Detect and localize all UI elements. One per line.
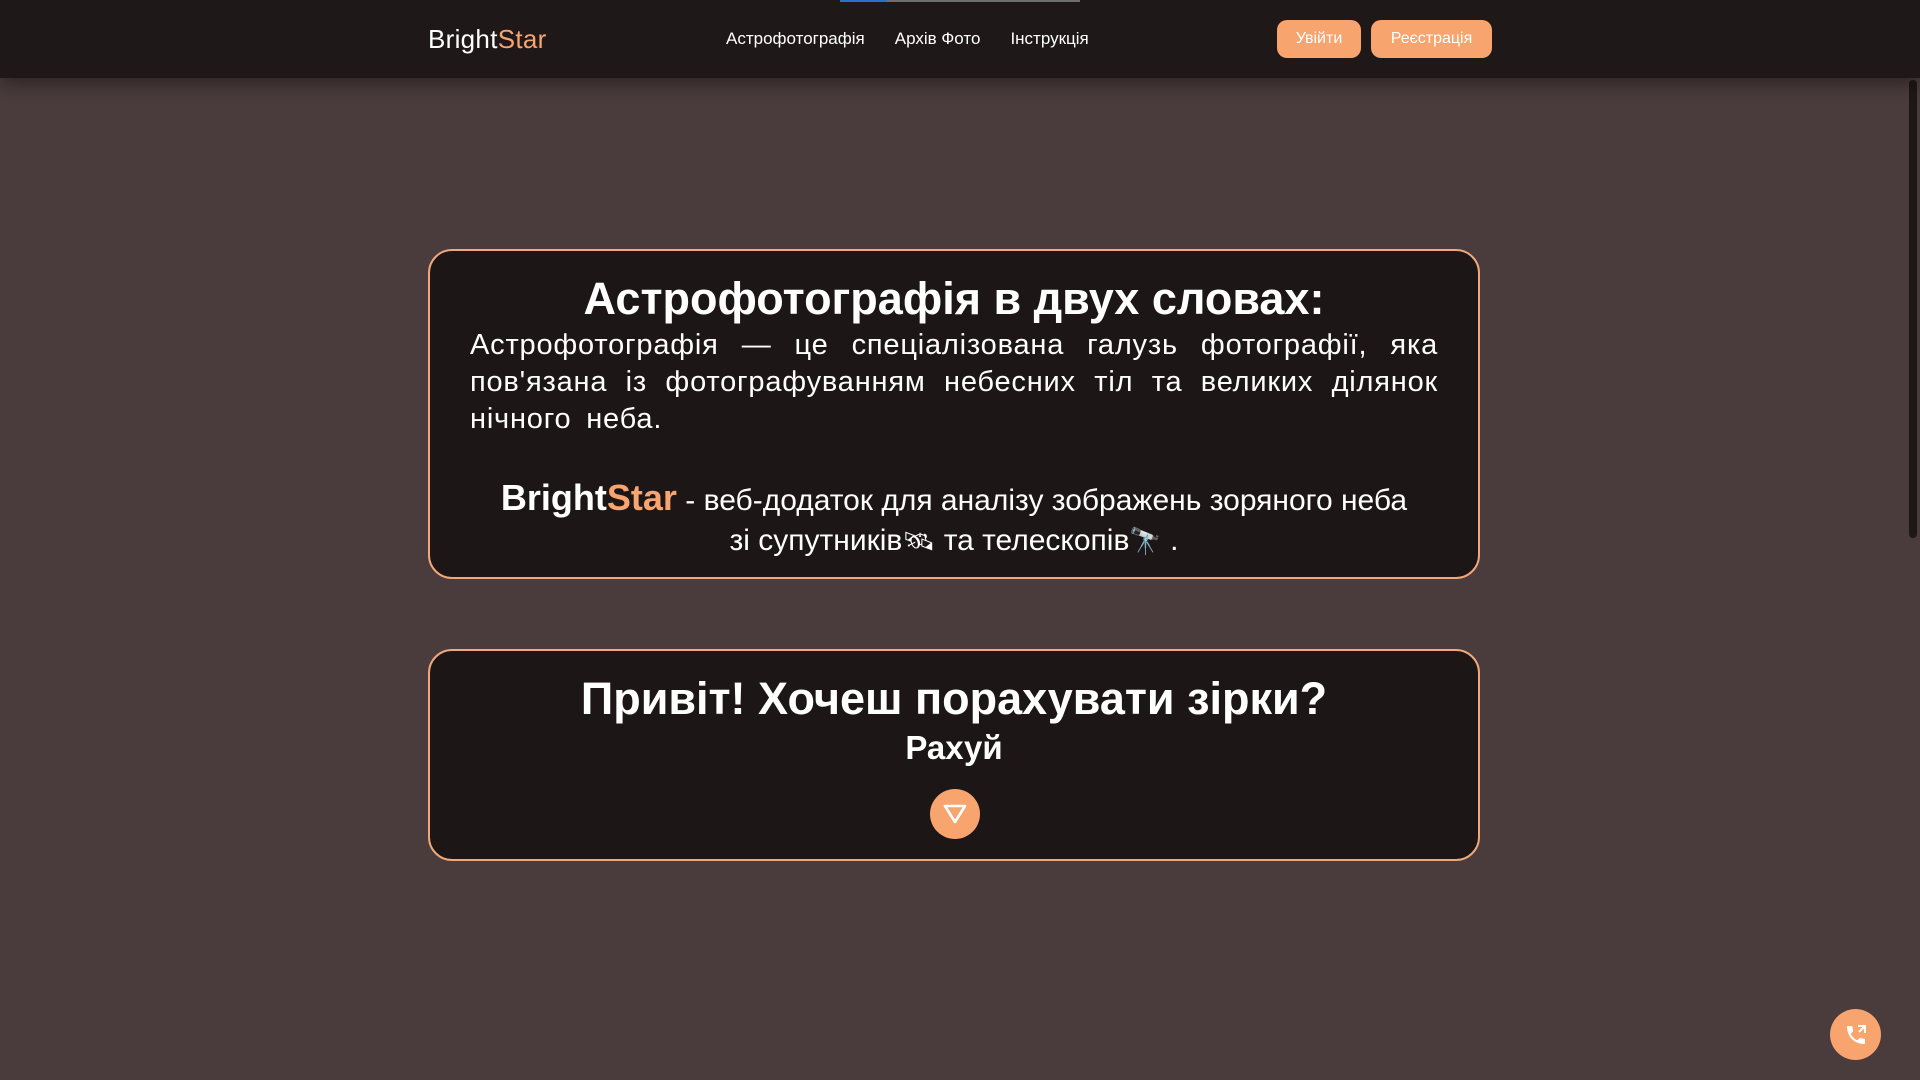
top-navbar: BrightStar Астрофотографія Архів Фото Ін… (0, 0, 1920, 78)
logo-star: Star (497, 24, 547, 54)
main-nav: Астрофотографія Архів Фото Інструкція (726, 29, 1089, 49)
brand-bright: Bright (500, 477, 607, 518)
register-button[interactable]: Реєстрація (1371, 20, 1492, 58)
intro-title: Астрофотографія в двух словах: (583, 273, 1325, 324)
login-button[interactable]: Увійти (1277, 20, 1361, 58)
app-description: BrightStar - веб-додаток для аналізу зоб… (490, 478, 1418, 561)
nav-photo-archive[interactable]: Архів Фото (895, 29, 981, 49)
phone-icon (1846, 1024, 1866, 1044)
description-end: . (1161, 524, 1179, 557)
brand-star: Star (606, 477, 677, 518)
telescope-icon: 🔭 (1129, 526, 1162, 556)
auth-buttons: Увійти Реєстрація (1277, 20, 1492, 58)
count-title: Привіт! Хочеш порахувати зірки? (580, 673, 1328, 724)
nav-astrophotography[interactable]: Астрофотографія (726, 29, 865, 49)
nav-instructions[interactable]: Інструкція (1010, 29, 1088, 49)
brand-name: BrightStar (501, 477, 677, 518)
scrollbar-thumb[interactable] (1909, 80, 1917, 538)
intro-card: Астрофотографія в двух словах: Астрофото… (428, 249, 1480, 579)
satellite-icon: 🛰 (902, 526, 936, 556)
contact-button[interactable] (1830, 1009, 1881, 1060)
count-subtitle: Рахуй (905, 729, 1003, 766)
intro-text: Астрофотографія — це спеціалізована галу… (470, 329, 1438, 435)
scrollbar[interactable] (1906, 78, 1920, 1080)
count-stars-card: Привіт! Хочеш порахувати зірки? Рахуй (428, 649, 1480, 861)
logo[interactable]: BrightStar (428, 24, 547, 55)
description-mid: та телескопів (935, 524, 1130, 557)
scroll-down-button[interactable] (930, 789, 980, 839)
triangle-down-icon (943, 804, 967, 824)
logo-bright: Bright (428, 24, 498, 54)
page-load-indicator (840, 0, 1080, 2)
